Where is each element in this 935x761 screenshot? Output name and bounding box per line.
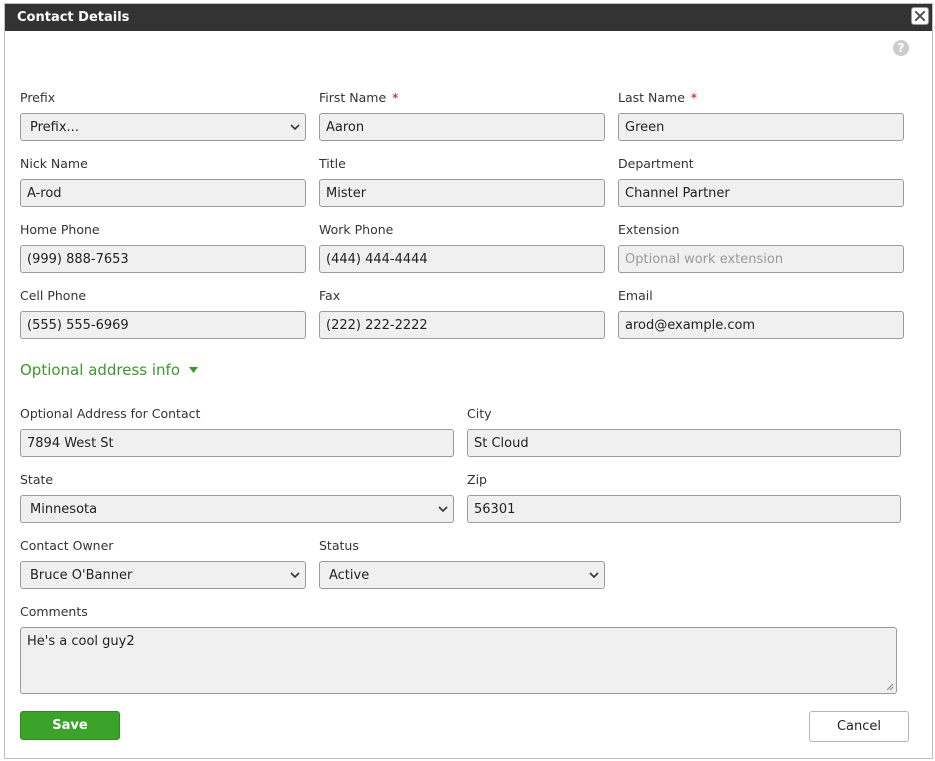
zip-label: Zip (467, 472, 487, 487)
close-button[interactable] (911, 7, 929, 25)
last-name-label: Last Name * (618, 90, 698, 105)
close-icon (915, 11, 925, 21)
contact-details-dialog: Contact Details ? Prefix Prefix... First… (4, 3, 933, 759)
last-name-input[interactable] (618, 113, 904, 141)
help-icon[interactable]: ? (893, 40, 909, 56)
contact-owner-select[interactable]: Bruce O'Banner (20, 561, 306, 589)
home-phone-input[interactable] (20, 245, 306, 273)
state-select[interactable]: Minnesota (20, 495, 454, 523)
state-label: State (20, 472, 54, 487)
home-phone-label: Home Phone (20, 222, 100, 237)
optional-address-toggle[interactable]: Optional address info (20, 361, 199, 379)
nick-name-label: Nick Name (20, 156, 88, 171)
city-label: City (467, 406, 492, 421)
required-marker: * (392, 90, 399, 105)
address-label: Optional Address for Contact (20, 406, 201, 421)
prefix-select[interactable]: Prefix... (20, 113, 306, 141)
cancel-button[interactable]: Cancel (809, 711, 909, 742)
email-input[interactable] (618, 311, 904, 339)
first-name-input[interactable] (319, 113, 605, 141)
prefix-label: Prefix (20, 90, 56, 105)
optional-address-toggle-label: Optional address info (20, 361, 181, 379)
nick-name-input[interactable] (20, 179, 306, 207)
cell-phone-label: Cell Phone (20, 288, 87, 303)
contact-owner-label: Contact Owner (20, 538, 114, 553)
save-button[interactable]: Save (20, 711, 120, 740)
title-label: Title (319, 156, 346, 171)
required-marker: * (690, 90, 698, 105)
first-name-label: First Name * (319, 90, 399, 105)
caret-down-icon (189, 367, 199, 373)
work-phone-input[interactable] (319, 245, 605, 273)
work-phone-label: Work Phone (319, 222, 394, 237)
department-input[interactable] (618, 179, 904, 207)
comments-label: Comments (20, 604, 88, 619)
comments-textarea[interactable]: He's a cool guy2 (20, 627, 897, 694)
fax-input[interactable] (319, 311, 605, 339)
extension-input[interactable] (618, 245, 904, 273)
city-input[interactable] (467, 429, 901, 457)
zip-input[interactable] (467, 495, 901, 523)
department-label: Department (618, 156, 694, 171)
address-input[interactable] (20, 429, 454, 457)
status-select[interactable]: Active (319, 561, 605, 589)
extension-label: Extension (618, 222, 680, 237)
title-input[interactable] (319, 179, 605, 207)
email-label: Email (618, 288, 653, 303)
dialog-title: Contact Details (17, 10, 130, 25)
status-label: Status (319, 538, 359, 553)
cell-phone-input[interactable] (20, 311, 306, 339)
fax-label: Fax (319, 288, 341, 303)
dialog-titlebar: Contact Details (5, 4, 932, 31)
